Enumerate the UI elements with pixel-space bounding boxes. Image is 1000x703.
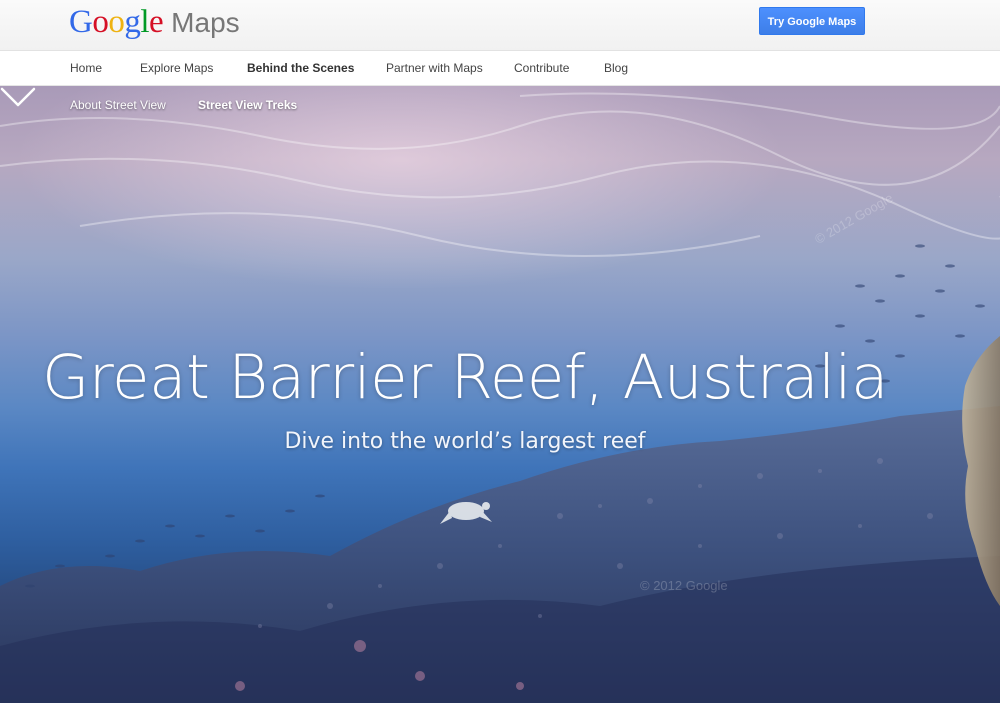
nav-item-blog[interactable]: Blog bbox=[604, 61, 628, 75]
copyright-watermark: © 2012 Google bbox=[640, 578, 728, 593]
nav-item-behind-the-scenes[interactable]: Behind the Scenes bbox=[247, 61, 354, 75]
hero-subtitle: Dive into the world’s largest reef bbox=[284, 429, 646, 454]
logo-letter: e bbox=[149, 4, 164, 40]
try-google-maps-button[interactable]: Try Google Maps bbox=[759, 7, 865, 35]
logo-letter: g bbox=[124, 4, 141, 40]
logo-letter: l bbox=[140, 4, 150, 40]
nav-item-contribute[interactable]: Contribute bbox=[514, 61, 569, 75]
google-maps-logo[interactable]: Google Maps bbox=[69, 4, 240, 44]
google-wordmark: Google bbox=[69, 4, 164, 41]
nav-item-partner-with-maps[interactable]: Partner with Maps bbox=[386, 61, 483, 75]
hero-title: Great Barrier Reef, Australia bbox=[42, 342, 888, 413]
subnav-item-street-view-treks[interactable]: Street View Treks bbox=[198, 98, 297, 112]
header: Google Maps Try Google Maps bbox=[0, 0, 1000, 51]
subnav-item-about-street-view[interactable]: About Street View bbox=[70, 98, 166, 112]
maps-wordmark: Maps bbox=[171, 7, 240, 38]
logo-letter: o bbox=[92, 4, 109, 40]
hero-panorama[interactable]: About Street View Street View Treks © 20… bbox=[0, 86, 1000, 703]
nav-item-home[interactable]: Home bbox=[70, 61, 102, 75]
surface-ripples bbox=[0, 92, 1000, 257]
logo-letter: G bbox=[69, 4, 93, 40]
page: Google Maps Try Google Maps Home Explore… bbox=[0, 0, 1000, 703]
nav-item-explore-maps[interactable]: Explore Maps bbox=[140, 61, 213, 75]
logo-letter: o bbox=[108, 4, 125, 40]
chevron-down-icon[interactable] bbox=[0, 86, 36, 108]
primary-nav: Home Explore Maps Behind the Scenes Part… bbox=[0, 51, 1000, 86]
